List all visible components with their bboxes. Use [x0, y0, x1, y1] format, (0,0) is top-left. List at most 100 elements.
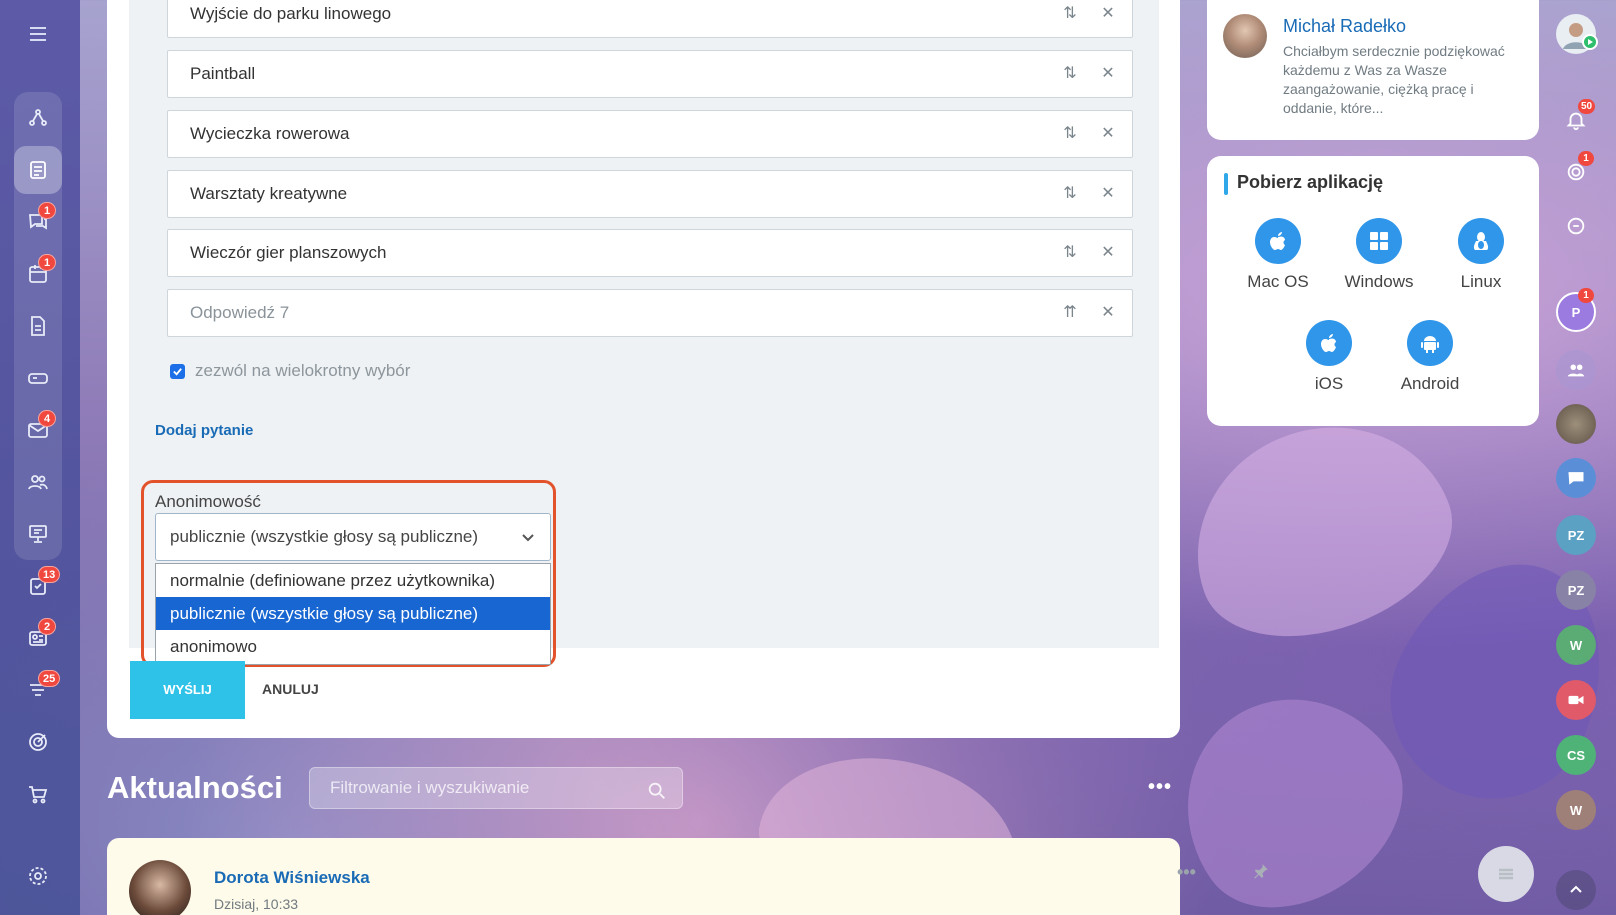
chat-bubble-icon[interactable]: [1556, 458, 1596, 498]
app-macos[interactable]: Mac OS: [1228, 218, 1328, 292]
avatar-pz[interactable]: PZ: [1556, 570, 1596, 610]
answer-text: Paintball: [190, 64, 256, 83]
close-icon[interactable]: ✕: [1098, 0, 1118, 37]
app-label: Windows: [1344, 272, 1414, 291]
close-icon[interactable]: ✕: [1098, 290, 1118, 336]
notifications-badge: 50: [1578, 99, 1596, 114]
feed-icon[interactable]: [14, 146, 62, 194]
answer-field-1[interactable]: Wyjście do parku linowego ⇅ ✕: [167, 0, 1133, 38]
post-author[interactable]: Dorota Wiśniewska: [214, 868, 370, 888]
group-chat-icon[interactable]: [1556, 350, 1596, 390]
anonymity-dropdown: normalnie (definiowane przez użytkownika…: [155, 563, 551, 665]
multiple-choice-label: zezwól na wielokrotny wybór: [195, 361, 411, 380]
presentation-icon[interactable]: [14, 510, 62, 558]
app-ios[interactable]: iOS: [1279, 320, 1379, 394]
app-label: iOS: [1314, 374, 1344, 393]
multiple-choice-option[interactable]: zezwól na wielokrotny wybór: [170, 361, 410, 381]
settings-gear-icon[interactable]: [14, 852, 62, 900]
avatar-w[interactable]: W: [1556, 790, 1596, 830]
app-linux[interactable]: Linux: [1431, 218, 1531, 292]
avatar[interactable]: [1556, 404, 1596, 444]
avatar[interactable]: [129, 860, 191, 915]
feed-more-button[interactable]: •••: [1148, 776, 1172, 799]
mail-badge: 4: [38, 410, 56, 427]
answer-text: Warsztaty kreatywne: [190, 184, 348, 203]
multiple-choice-checkbox[interactable]: [170, 363, 185, 379]
app-label: Mac OS: [1247, 272, 1309, 291]
app-windows[interactable]: Windows: [1329, 218, 1429, 292]
p-badge: 1: [1578, 288, 1594, 303]
user-message-card[interactable]: Michał Radełko Chciałbym serdecznie podz…: [1207, 0, 1539, 140]
add-question-link[interactable]: Dodaj pytanie: [155, 422, 253, 439]
answer-text: Wycieczka rowerowa: [190, 124, 350, 143]
answer-field-5[interactable]: Wieczór gier planszowych ⇅ ✕: [167, 229, 1133, 277]
search-chat-icon[interactable]: [1556, 206, 1596, 246]
avatar[interactable]: [1223, 14, 1267, 58]
answer-field-new[interactable]: Odpowiedź 7 ⇈ ✕: [167, 289, 1133, 337]
anonymity-label: Anonimowość: [155, 492, 261, 511]
cart-icon[interactable]: [14, 770, 62, 818]
feed-search-input[interactable]: Filtrowanie i wyszukiwanie: [309, 767, 683, 809]
feed-menu-button[interactable]: [1478, 846, 1534, 902]
tasks-icon[interactable]: 13: [14, 562, 62, 610]
news-icon[interactable]: 2: [14, 614, 62, 662]
close-icon[interactable]: ✕: [1098, 230, 1118, 276]
calendar-badge: 1: [38, 254, 56, 271]
anonymity-option-anonymous[interactable]: anonimowo: [156, 630, 550, 663]
apple-icon: [1255, 218, 1301, 264]
anonymity-selected-value: publicznie (wszystkie głosy są publiczne…: [170, 527, 479, 546]
avatar-cs[interactable]: CS: [1556, 735, 1596, 775]
feed-title: Aktualności: [107, 770, 283, 805]
video-call-icon[interactable]: [1556, 680, 1596, 720]
avatar-w[interactable]: W: [1556, 625, 1596, 665]
users-icon[interactable]: [14, 458, 62, 506]
answer-text: Wieczór gier planszowych: [190, 243, 387, 262]
answer-field-2[interactable]: Paintball ⇅ ✕: [167, 50, 1133, 98]
app-label: Android: [1400, 374, 1460, 393]
drive-icon[interactable]: [14, 354, 62, 402]
sort-up-icon[interactable]: ⇈: [1058, 290, 1082, 336]
scroll-up-chevron-icon[interactable]: [1556, 870, 1596, 910]
sort-arrows-icon[interactable]: ⇅: [1058, 171, 1082, 217]
left-sidebar: 1 1 4 13 2 25: [0, 0, 80, 915]
post-more-button[interactable]: •••: [1177, 862, 1196, 883]
post-card: Dorota Wiśniewska Dzisiaj, 10:33 •••: [107, 838, 1268, 915]
feed-search-placeholder: Filtrowanie i wyszukiwanie: [330, 778, 530, 797]
android-icon: [1407, 320, 1453, 366]
windows-icon: [1356, 218, 1402, 264]
anonymity-option-public[interactable]: publicznie (wszystkie głosy są publiczne…: [156, 597, 550, 630]
sort-arrows-icon[interactable]: ⇅: [1058, 51, 1082, 97]
chat-icon[interactable]: 1: [14, 198, 62, 246]
close-icon[interactable]: ✕: [1098, 111, 1118, 157]
sort-arrows-icon[interactable]: ⇅: [1058, 111, 1082, 157]
filter-icon[interactable]: 25: [14, 666, 62, 714]
answer-field-4[interactable]: Warsztaty kreatywne ⇅ ✕: [167, 170, 1133, 218]
menu-icon[interactable]: [14, 10, 62, 58]
avatar-pz[interactable]: PZ: [1556, 515, 1596, 555]
news-badge: 2: [38, 618, 56, 635]
document-icon[interactable]: [14, 302, 62, 350]
sitemap-icon[interactable]: [14, 94, 62, 142]
send-button[interactable]: WYŚLIJ: [130, 661, 245, 719]
calendar-icon[interactable]: 1: [14, 250, 62, 298]
target-icon[interactable]: [14, 718, 62, 766]
mail-icon[interactable]: 4: [14, 406, 62, 454]
sort-arrows-icon[interactable]: ⇅: [1058, 230, 1082, 276]
anonymity-select[interactable]: publicznie (wszystkie głosy są publiczne…: [155, 513, 551, 561]
anonymity-option-normal[interactable]: normalnie (definiowane przez użytkownika…: [156, 564, 550, 597]
chevron-down-icon: [520, 514, 536, 560]
linux-icon: [1458, 218, 1504, 264]
answer-field-3[interactable]: Wycieczka rowerowa ⇅ ✕: [167, 110, 1133, 158]
sort-arrows-icon[interactable]: ⇅: [1058, 0, 1082, 37]
answer-text: Wyjście do parku linowego: [190, 4, 392, 23]
pin-icon[interactable]: [1252, 862, 1270, 885]
search-icon[interactable]: [646, 777, 668, 817]
close-icon[interactable]: ✕: [1098, 51, 1118, 97]
user-name[interactable]: Michał Radełko: [1283, 16, 1406, 37]
user-message-text: Chciałbym serdecznie podziękować każdemu…: [1283, 43, 1505, 116]
app-android[interactable]: Android: [1380, 320, 1480, 394]
close-icon[interactable]: ✕: [1098, 171, 1118, 217]
cancel-button[interactable]: ANULUJ: [262, 681, 319, 697]
download-apps-title: Pobierz aplikację: [1237, 172, 1384, 192]
tasks-badge: 13: [38, 566, 61, 583]
